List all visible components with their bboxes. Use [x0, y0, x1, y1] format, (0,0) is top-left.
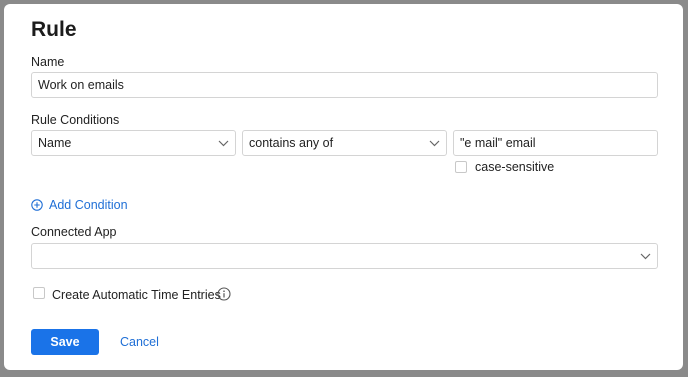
- cancel-button[interactable]: Cancel: [120, 335, 159, 349]
- rule-conditions-label: Rule Conditions: [31, 113, 120, 127]
- connected-app-select[interactable]: [31, 243, 658, 269]
- condition-field-value: Name: [38, 136, 72, 150]
- chevron-down-icon: [639, 250, 651, 262]
- condition-field-select[interactable]: Name: [31, 130, 236, 156]
- add-condition-label: Add Condition: [49, 198, 128, 212]
- case-sensitive-label: case-sensitive: [475, 160, 555, 174]
- name-input-value: Work on emails: [38, 78, 124, 92]
- add-condition-button[interactable]: Add Condition: [31, 198, 128, 212]
- condition-operator-select[interactable]: contains any of: [242, 130, 447, 156]
- condition-value-input[interactable]: "e mail" email: [453, 130, 658, 156]
- condition-operator-value: contains any of: [249, 136, 334, 150]
- auto-time-entries-checkbox[interactable]: [33, 287, 45, 299]
- connected-app-label: Connected App: [31, 225, 117, 239]
- name-label: Name: [31, 55, 65, 69]
- name-input[interactable]: Work on emails: [31, 72, 658, 98]
- auto-time-entries-label: Create Automatic Time Entries: [52, 288, 221, 302]
- case-sensitive-checkbox[interactable]: [455, 161, 467, 173]
- rule-dialog: Rule Name Work on emails Rule Conditions…: [4, 4, 683, 370]
- plus-circle-icon: [31, 199, 43, 211]
- dialog-title: Rule: [31, 18, 77, 41]
- chevron-down-icon: [217, 137, 229, 149]
- save-button[interactable]: Save: [31, 329, 99, 355]
- condition-value-text: "e mail" email: [460, 136, 536, 150]
- chevron-down-icon: [428, 137, 440, 149]
- info-icon[interactable]: [217, 287, 231, 306]
